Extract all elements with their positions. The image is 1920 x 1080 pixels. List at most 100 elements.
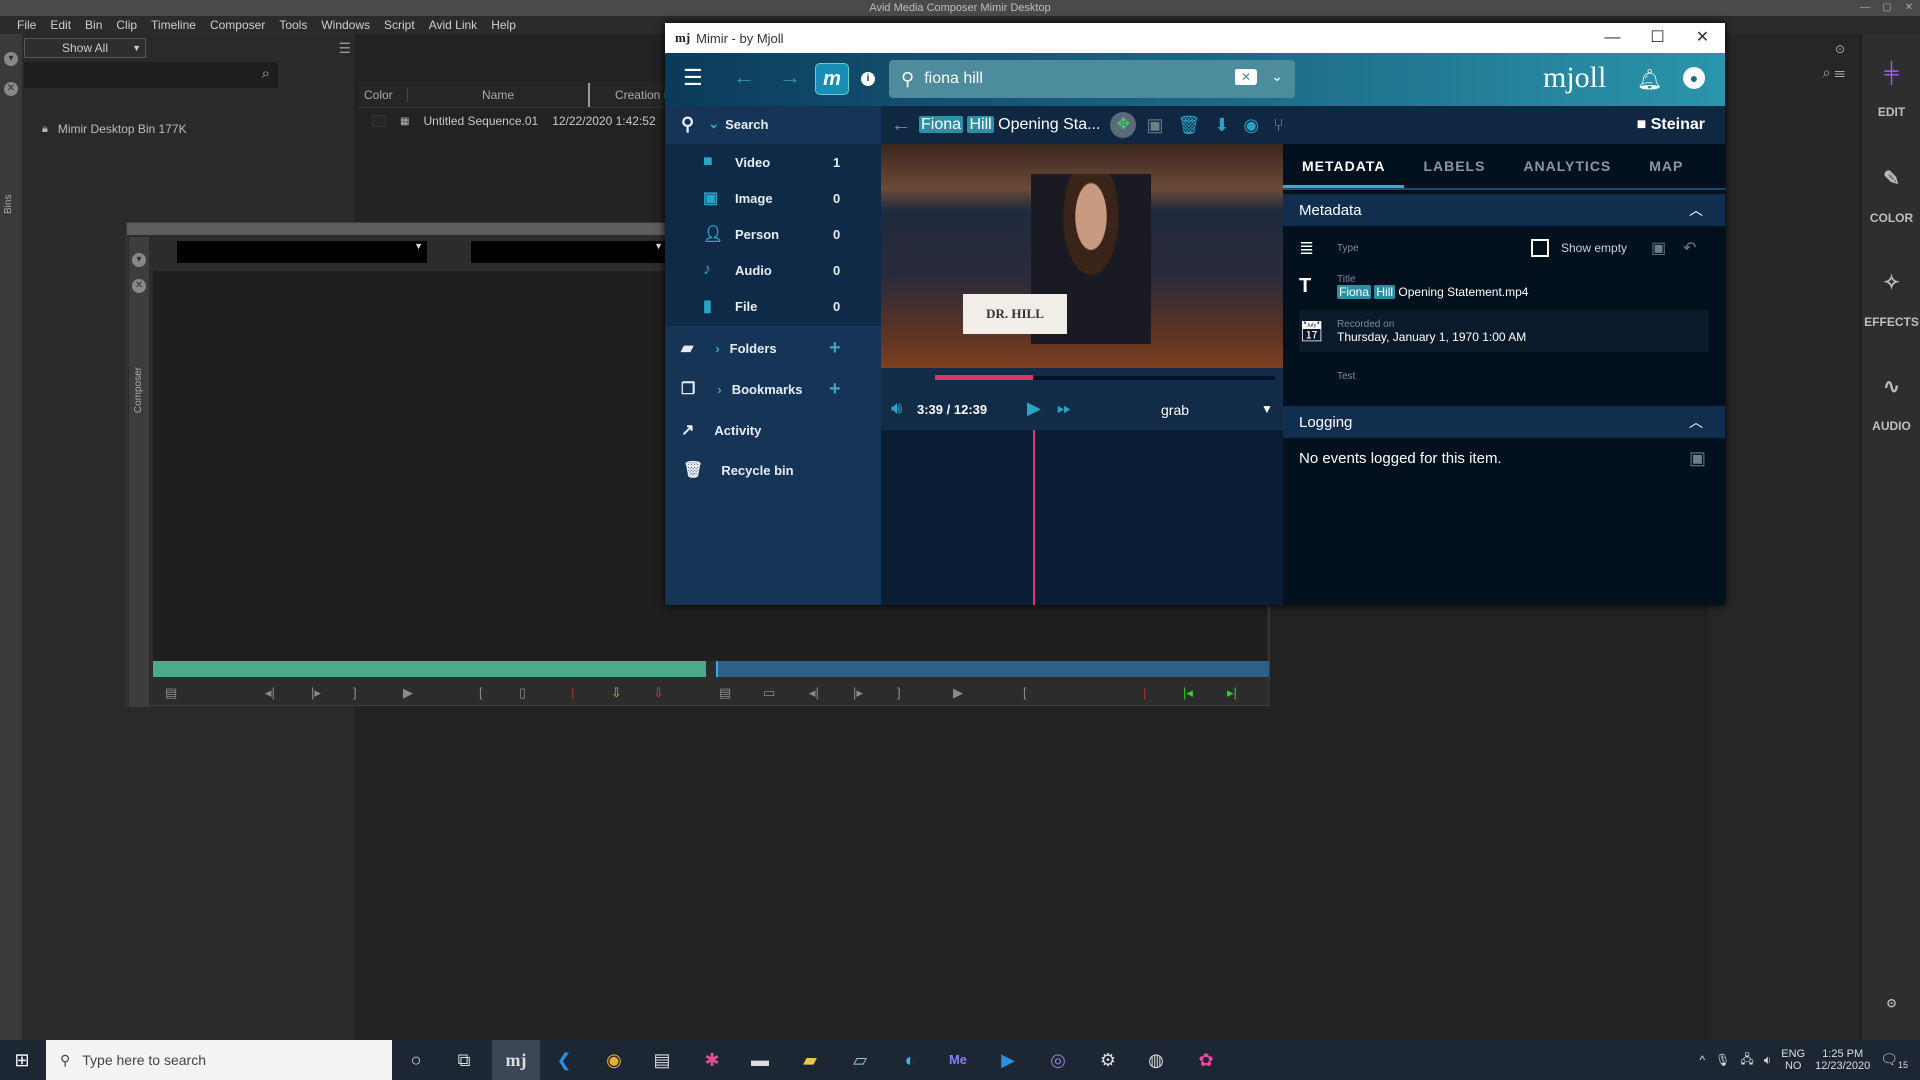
bin-row[interactable]: ▦ Untitled Sequence.01 12/22/2020 1:42:5… — [358, 108, 658, 134]
mimir-title-bar[interactable]: mj Mimir - by Mjoll — [665, 23, 1725, 53]
workspace-audio[interactable]: ∿ AUDIO — [1862, 374, 1920, 433]
share-fork-icon[interactable]: ⑂ — [1273, 115, 1284, 136]
step-forward-icon[interactable]: |▸ — [853, 685, 863, 701]
download-icon[interactable]: ⬇ — [1214, 115, 1229, 136]
menu-timeline[interactable]: Timeline — [144, 16, 203, 34]
info-icon[interactable]: i — [861, 72, 875, 86]
overwrite-icon[interactable]: ⇩ — [653, 685, 664, 701]
bin-list-item[interactable]: 🔒︎ Mimir Desktop Bin 177K — [42, 122, 187, 136]
close-button[interactable]: ✕ — [1898, 0, 1920, 16]
notifications-icon[interactable]: 🗨︎15 — [1880, 1051, 1908, 1070]
save-icon[interactable]: ▣ — [1651, 238, 1666, 258]
clock[interactable]: 1:25 PM 12/23/2020 — [1815, 1048, 1870, 1072]
toggle-icon[interactable]: ▭ — [763, 685, 775, 701]
show-all-dropdown[interactable]: Show All ▼ — [24, 38, 146, 58]
menu-file[interactable]: File — [10, 16, 43, 34]
back-arrow-icon[interactable]: ← — [891, 114, 911, 137]
volume-icon[interactable]: 🔊︎ — [891, 398, 902, 419]
play-icon[interactable]: ▶ — [403, 685, 413, 701]
eye-icon[interactable]: ◉ — [1243, 115, 1259, 136]
source-position-bar[interactable] — [153, 661, 706, 677]
panel-menu-icon[interactable]: ⊙ — [1835, 42, 1845, 56]
minimize-button[interactable]: — — [1854, 0, 1876, 16]
chevron-up-icon[interactable]: ^ — [1699, 1053, 1705, 1067]
title-value[interactable]: Fiona Hill Opening Statement.mp4 — [1337, 284, 1528, 299]
extract-icon[interactable]: ▸| — [1227, 685, 1237, 701]
minimize-button[interactable]: — — [1590, 23, 1635, 53]
microphone-icon[interactable]: 🎙︎ — [1715, 1053, 1730, 1067]
obs-icon[interactable]: ◍ — [1144, 1048, 1168, 1072]
media-player-icon[interactable]: ▶ — [996, 1048, 1020, 1072]
avid-icon[interactable]: ◎ — [1046, 1048, 1070, 1072]
clear-search-icon[interactable]: ✕ — [1234, 69, 1257, 85]
delete-icon[interactable]: 🗑︎ — [1177, 115, 1200, 136]
composer-tab[interactable]: Composer — [133, 367, 144, 413]
settings-dot-icon[interactable]: ⊙ — [1862, 996, 1920, 1010]
workspace-color[interactable]: ✎ COLOR — [1862, 166, 1920, 225]
save-icon[interactable]: ▣ — [1146, 115, 1163, 136]
clear-marks-icon[interactable]: | — [1143, 685, 1146, 700]
recycle-bin-item[interactable]: 🗑︎ Recycle bin — [665, 452, 881, 488]
search-icon[interactable]: ⌕ ☰ — [1823, 64, 1845, 81]
source-clip-menu[interactable]: ▼ — [177, 241, 427, 263]
mark-out-icon[interactable]: ] — [353, 685, 357, 700]
video-player[interactable]: DR. HILL — [881, 144, 1283, 368]
undo-icon[interactable]: ↶ — [1683, 238, 1696, 258]
category-file[interactable]: ▮ File 0 — [665, 288, 881, 324]
clip-menu-icon[interactable]: ▤ — [165, 685, 177, 701]
grab-dropdown[interactable]: grab — [1161, 402, 1189, 418]
category-person[interactable]: 👤︎ Person 0 — [665, 216, 881, 252]
menu-edit[interactable]: Edit — [43, 16, 78, 34]
category-video[interactable]: ■ Video 1 — [665, 144, 881, 180]
file-explorer-icon[interactable]: ▰ — [798, 1048, 822, 1072]
hamburger-menu-icon[interactable]: ☰ — [683, 65, 703, 91]
close-button[interactable]: ✕ — [1680, 23, 1725, 53]
add-bookmark-icon[interactable]: + — [829, 378, 841, 401]
mark-clip-icon[interactable]: ▯ — [519, 685, 526, 701]
chevron-down-icon[interactable]: ⌄ — [1271, 68, 1283, 85]
notes-icon[interactable]: ▱ — [848, 1048, 872, 1072]
collapse-icon[interactable]: ▾ — [4, 52, 18, 66]
volume-icon[interactable]: 🔉︎ — [1764, 1053, 1772, 1068]
workspace-edit[interactable]: ╪ EDIT — [1862, 62, 1920, 119]
fast-forward-icon[interactable]: ⏩︎ — [1057, 398, 1071, 419]
menu-clip[interactable]: Clip — [109, 16, 144, 34]
task-view-icon[interactable]: ⧉ — [452, 1048, 476, 1072]
splice-in-icon[interactable]: ⇩ — [611, 685, 622, 701]
close-panel-icon[interactable]: ✕ — [132, 279, 146, 293]
tab-map[interactable]: MAP — [1630, 144, 1702, 188]
bin-search-input[interactable]: ⌕ — [24, 62, 278, 88]
search-section[interactable]: ⚲ ⌄ Search — [665, 106, 881, 142]
folder-location[interactable]: ■ Steinar — [1637, 116, 1705, 134]
close-panel-icon[interactable]: ✕ — [4, 82, 18, 96]
windows-start-icon[interactable]: ⊞ — [10, 1048, 34, 1072]
forward-arrow-icon[interactable]: → — [779, 64, 801, 90]
playhead[interactable] — [1033, 430, 1036, 605]
lift-icon[interactable]: |◂ — [1183, 685, 1193, 701]
maximize-button[interactable]: ▢ — [1876, 0, 1898, 16]
mark-in-icon[interactable]: [ — [479, 685, 483, 700]
record-position-bar[interactable] — [716, 661, 1269, 677]
language-indicator[interactable]: ENG NO — [1781, 1048, 1805, 1072]
cortana-icon[interactable]: ○ — [404, 1048, 428, 1072]
vscode-icon[interactable]: ❮ — [552, 1048, 576, 1072]
maximize-button[interactable]: ☐ — [1635, 23, 1680, 53]
show-empty-checkbox[interactable] — [1531, 239, 1549, 257]
bookmarks-item[interactable]: ❐ › Bookmarks + — [665, 371, 881, 407]
mimir-home-icon[interactable]: m — [815, 63, 849, 95]
record-clip-menu[interactable]: ▼ — [471, 241, 667, 263]
chevron-down-icon[interactable]: ▼ — [1261, 402, 1273, 416]
recorded-value[interactable]: Thursday, January 1, 1970 1:00 AM — [1337, 330, 1526, 344]
slack-icon[interactable]: ✱ — [700, 1048, 724, 1072]
seek-bar[interactable] — [935, 375, 1275, 380]
menu-script[interactable]: Script — [377, 16, 422, 34]
menu-bin[interactable]: Bin — [78, 16, 109, 34]
menu-windows[interactable]: Windows — [314, 16, 377, 34]
clear-marks-icon[interactable]: | — [571, 685, 574, 700]
step-back-icon[interactable]: ◂| — [265, 685, 275, 701]
menu-help[interactable]: Help — [484, 16, 523, 34]
timeline-area[interactable] — [881, 430, 1283, 605]
tab-analytics[interactable]: ANALYTICS — [1504, 144, 1630, 188]
chrome-icon[interactable]: ◉ — [602, 1048, 626, 1072]
folders-item[interactable]: ▰ › Folders + — [665, 330, 881, 366]
